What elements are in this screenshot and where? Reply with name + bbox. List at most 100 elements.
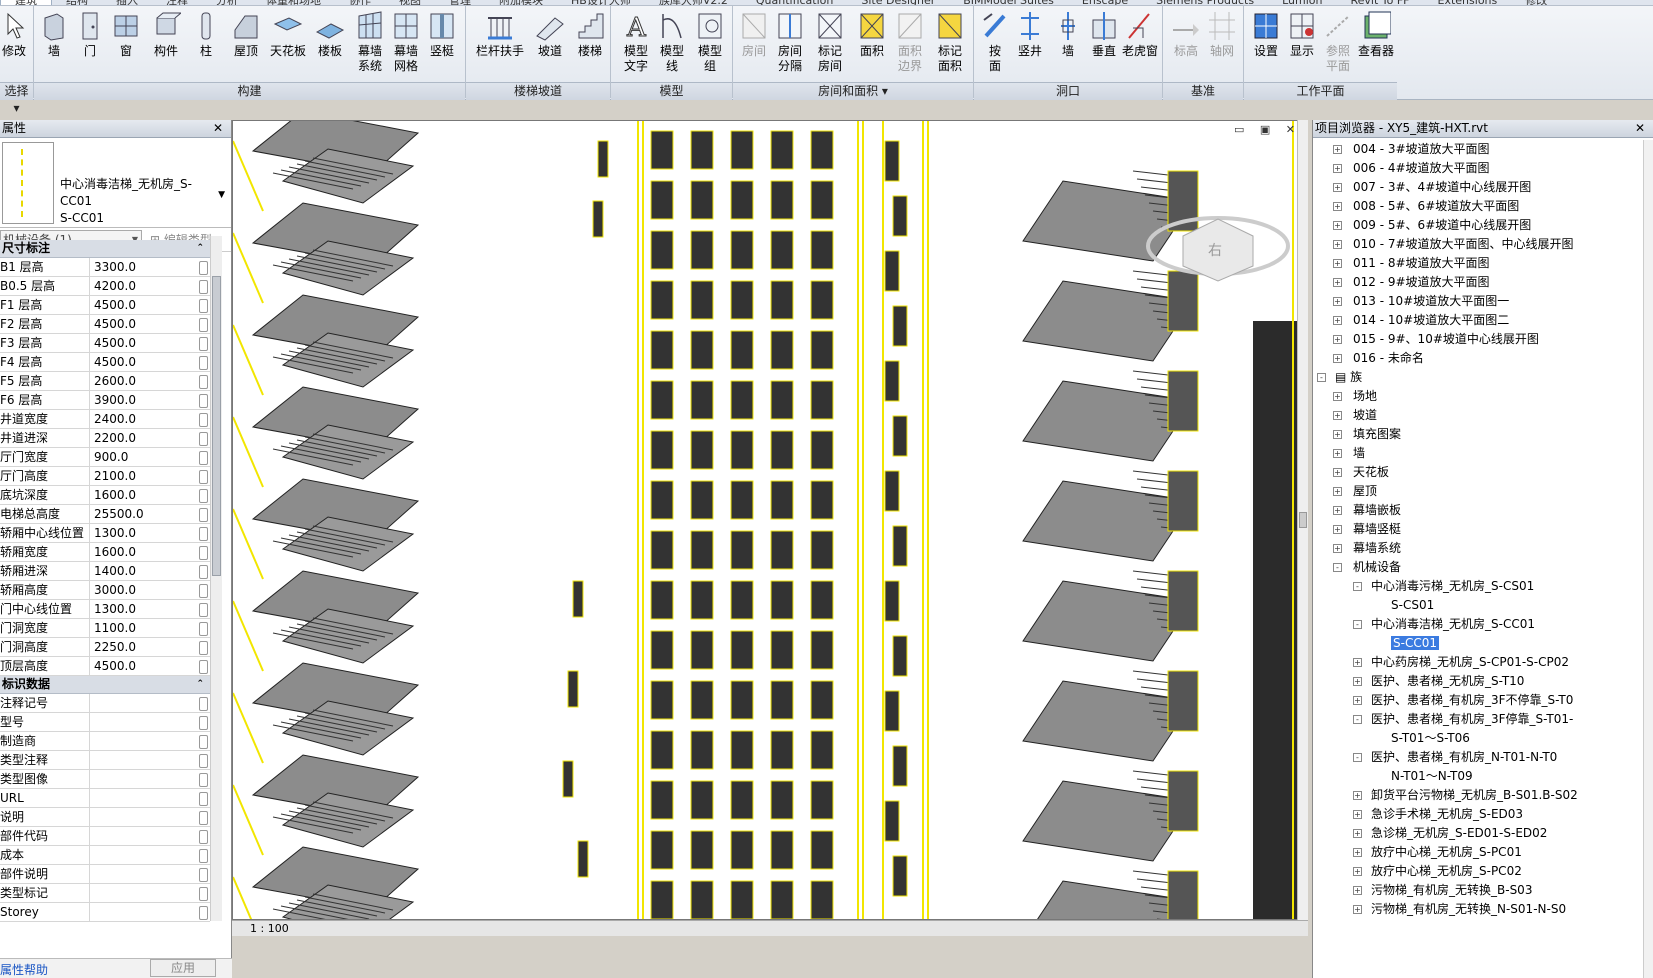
property-value[interactable] [90,865,210,883]
properties-help-link[interactable]: 属性帮助 [0,961,48,978]
floor-button[interactable]: 楼板 [310,10,350,59]
property-value[interactable] [90,808,210,826]
expand-icon[interactable]: + [1333,202,1342,211]
property-value[interactable]: 3300.0 [90,258,210,276]
property-value[interactable] [90,884,210,902]
area-boundary-button[interactable]: 面积 边界 [890,10,930,74]
property-value[interactable] [90,713,210,731]
browser-tree-item[interactable]: + 幕墙嵌板 [1313,501,1653,520]
expand-icon[interactable]: + [1333,240,1342,249]
ribbon-tab[interactable]: 协作 [335,0,385,5]
browser-tree-item[interactable]: +015 - 9#、10#坡道中心线展开图 [1313,330,1653,349]
view-scale[interactable]: 1 : 100 [250,922,289,935]
area-button[interactable]: 面积 [852,10,892,59]
expand-icon[interactable]: + [1353,867,1362,876]
ribbon-tab[interactable]: Lumion [1268,0,1336,5]
expand-icon[interactable]: + [1333,221,1342,230]
ribbon-tab[interactable]: 结构 [52,0,102,5]
expand-icon[interactable]: + [1353,810,1362,819]
property-value[interactable]: 25500.0 [90,505,210,523]
expand-icon[interactable]: + [1353,791,1362,800]
model-line-button[interactable]: 模型 线 [652,10,692,74]
browser-tree-item[interactable]: +006 - 4#坡道放大平面图 [1313,159,1653,178]
show-button[interactable]: 显示 [1282,10,1322,59]
property-group-header[interactable]: 尺寸标注 ⌃ [0,240,210,258]
property-value[interactable]: 1400.0 [90,562,210,580]
property-value[interactable]: 2600.0 [90,372,210,390]
tag-area-button[interactable]: 标记 面积 [930,10,970,74]
grid-button[interactable]: 轴网 [1202,10,1242,59]
window-button[interactable]: 窗 [106,10,146,59]
curtain-grid-button[interactable]: 幕墙 网格 [386,10,426,74]
type-selector[interactable]: 中心消毒洁梯_无机房_S-CC01 S-CC01 ▼ [0,138,231,228]
chevron-up-icon[interactable]: ⌃ [196,676,204,693]
property-value[interactable]: 4500.0 [90,353,210,371]
browser-tree-item[interactable]: +008 - 5#、6#坡道放大平面图 [1313,197,1653,216]
expand-icon[interactable]: + [1353,658,1362,667]
ribbon-tab[interactable]: Extensions [1424,0,1512,5]
property-value[interactable] [90,903,210,921]
browser-tree-item[interactable]: - 中心消毒污梯_无机房_S-CS01 [1313,577,1653,596]
property-value[interactable]: 1600.0 [90,543,210,561]
browser-tree-item[interactable]: +013 - 10#坡道放大平面图一 [1313,292,1653,311]
railing-button[interactable]: 栏杆扶手 [476,10,524,59]
browser-tree-item[interactable]: +009 - 5#、6#坡道中心线展开图 [1313,216,1653,235]
browser-tree-item[interactable]: +016 - 未命名 [1313,349,1653,368]
set-button[interactable]: 设置 [1246,10,1286,59]
model-canvas[interactable]: 右 [233,121,1308,920]
expand-icon[interactable]: + [1333,183,1342,192]
browser-tree-item[interactable]: +011 - 8#坡道放大平面图 [1313,254,1653,273]
browser-tree-item[interactable]: - 医护、患者梯_有机房_N-T01-N-T0 [1313,748,1653,767]
mullion-button[interactable]: 竖梃 [422,10,462,59]
model-text-button[interactable]: A 模型 文字 [616,10,656,74]
ribbon-tab[interactable]: Enscape [1068,0,1142,5]
browser-tree-item[interactable]: + 医护、患者梯_有机房_3F不停靠_S-T0 [1313,691,1653,710]
expand-icon[interactable]: + [1333,164,1342,173]
browser-tree-item[interactable]: N-T01～N-T09 [1313,767,1653,786]
property-value[interactable] [90,770,210,788]
property-value[interactable]: 1300.0 [90,524,210,542]
view-window-controls[interactable]: ▭ ▣ ✕ [1234,123,1301,136]
expand-icon[interactable]: + [1333,487,1342,496]
ribbon-tab[interactable]: 分析 [202,0,252,5]
expand-icon[interactable]: + [1333,278,1342,287]
collapse-icon[interactable]: - [1353,620,1362,629]
browser-tree-item[interactable]: + 坡道 [1313,406,1653,425]
column-button[interactable]: 柱 [186,10,226,59]
property-value[interactable]: 3900.0 [90,391,210,409]
panel-select[interactable]: 选择 ▾ [0,82,33,115]
property-value[interactable] [90,751,210,769]
viewer-button[interactable]: 查看器 [1356,10,1396,59]
property-value[interactable] [90,694,210,712]
modify-button[interactable]: 修改 [0,10,28,59]
close-icon[interactable]: ✕ [213,120,223,137]
expand-icon[interactable]: + [1333,259,1342,268]
apply-button[interactable]: 应用 [150,959,216,977]
scroll-thumb[interactable] [1299,512,1307,528]
browser-tree-item[interactable]: + 场地 [1313,387,1653,406]
property-value[interactable] [90,827,210,845]
property-value[interactable]: 1300.0 [90,600,210,618]
wall-button[interactable]: 墙 [34,10,74,59]
properties-scrollbar[interactable] [210,236,222,921]
property-value[interactable]: 4500.0 [90,334,210,352]
browser-tree-item[interactable]: + 幕墙竖梃 [1313,520,1653,539]
browser-tree-item[interactable]: + 幕墙系统 [1313,539,1653,558]
ribbon-tab[interactable]: HB设计大师 [557,0,645,5]
browser-tree-item[interactable]: + 医护、患者梯_无机房_S-T10 [1313,672,1653,691]
browser-tree-item[interactable]: +004 - 3#坡道放大平面图 [1313,140,1653,159]
expand-icon[interactable]: + [1353,905,1362,914]
expand-icon[interactable]: + [1353,677,1362,686]
viewport-scrollbar[interactable] [1297,120,1308,920]
expand-icon[interactable]: + [1333,506,1342,515]
level-button[interactable]: 标高 [1166,10,1206,59]
ribbon-tab[interactable]: 注释 [152,0,202,5]
tag-room-button[interactable]: 标记 房间 [810,10,850,74]
ribbon-tab[interactable]: 族库大师V2.2 [645,0,742,5]
property-value[interactable]: 2400.0 [90,410,210,428]
expand-icon[interactable]: + [1333,430,1342,439]
curtain-system-button[interactable]: 幕墙 系统 [350,10,390,74]
shaft-button[interactable]: 竖井 [1010,10,1050,59]
room-separator-button[interactable]: 房间 分隔 [770,10,810,74]
collapse-icon[interactable]: - [1353,753,1362,762]
